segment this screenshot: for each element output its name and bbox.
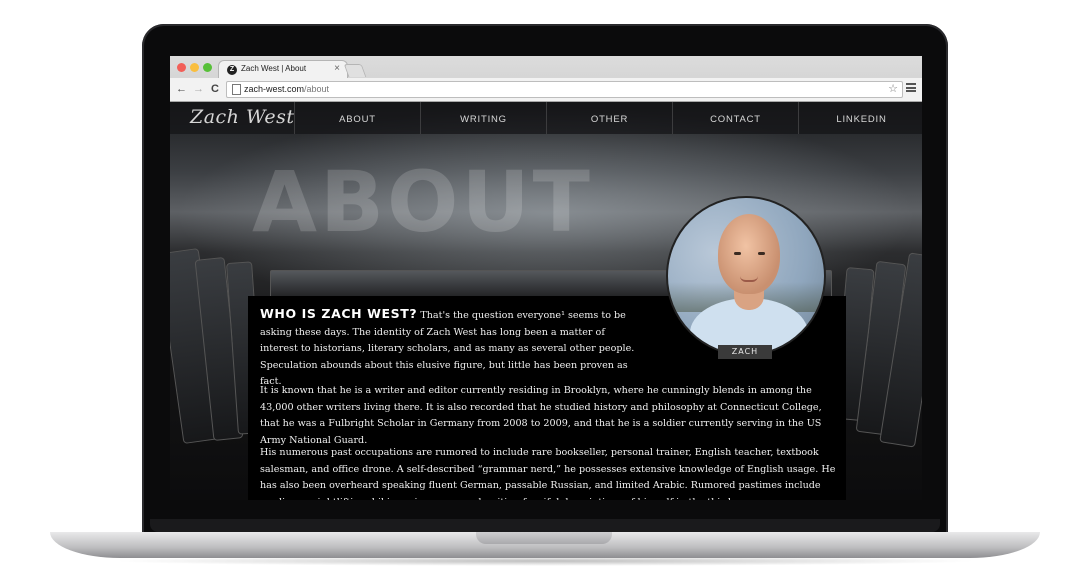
url-text: zach-west.com/about: [244, 84, 329, 94]
page-icon: [232, 84, 241, 95]
page-hero-title: ABOUT: [252, 153, 593, 251]
photo-eye-right: [758, 252, 765, 255]
forward-icon[interactable]: →: [193, 82, 204, 96]
photo-face: [718, 214, 780, 294]
avatar-label: ZACH: [718, 345, 772, 359]
browser-toolbar: ← → C zach-west.com/about ☆: [170, 78, 922, 102]
laptop-bezel: [150, 519, 940, 532]
laptop-notch: [476, 532, 612, 544]
about-paragraph-3: His numerous past occupations are rumore…: [260, 447, 836, 500]
nav-writing[interactable]: WRITING: [420, 102, 546, 134]
laptop-screen: Z Zach West | About × ← → C zach-west.co…: [170, 56, 922, 500]
url-path: /about: [304, 84, 330, 94]
profile-photo: [666, 196, 826, 356]
url-domain: zach-west.com: [244, 84, 305, 94]
photo-eye-left: [734, 252, 741, 255]
lead-heading: WHO IS ZACH WEST?: [260, 306, 418, 321]
lead-paragraph: WHO IS ZACH WEST? That's the question ev…: [260, 306, 643, 391]
maximize-window-icon[interactable]: [203, 63, 212, 72]
site-logo[interactable]: Zach West: [190, 106, 295, 128]
nav-about[interactable]: ABOUT: [294, 102, 420, 134]
bookmark-star-icon[interactable]: ☆: [888, 82, 898, 95]
about-paragraph-2: It is known that he is a writer and edit…: [260, 385, 822, 446]
reload-icon[interactable]: C: [211, 82, 219, 96]
lead-text: That's the question everyone¹ seems to b…: [260, 310, 635, 387]
website: ABOUT Zach West ABOUT WRITING OTHER CONT…: [170, 102, 922, 500]
nav-linkedin[interactable]: LINKEDIN: [798, 102, 922, 134]
menu-icon[interactable]: [906, 83, 916, 92]
favicon-icon: Z: [227, 65, 237, 75]
site-navbar: Zach West ABOUT WRITING OTHER CONTACT LI…: [170, 102, 922, 134]
tab-strip: Z Zach West | About ×: [170, 56, 922, 79]
back-icon[interactable]: ←: [176, 82, 187, 96]
browser-chrome: Z Zach West | About × ← → C zach-west.co…: [170, 56, 922, 102]
new-tab-button[interactable]: [343, 64, 367, 77]
address-bar[interactable]: zach-west.com/about ☆: [226, 81, 903, 98]
tab-title: Zach West | About: [241, 64, 307, 73]
tab-close-icon[interactable]: ×: [334, 63, 340, 74]
browser-tab[interactable]: Z Zach West | About ×: [218, 60, 348, 79]
minimize-window-icon[interactable]: [190, 63, 199, 72]
close-window-icon[interactable]: [177, 63, 186, 72]
nav-contact[interactable]: CONTACT: [672, 102, 798, 134]
nav-other[interactable]: OTHER: [546, 102, 672, 134]
